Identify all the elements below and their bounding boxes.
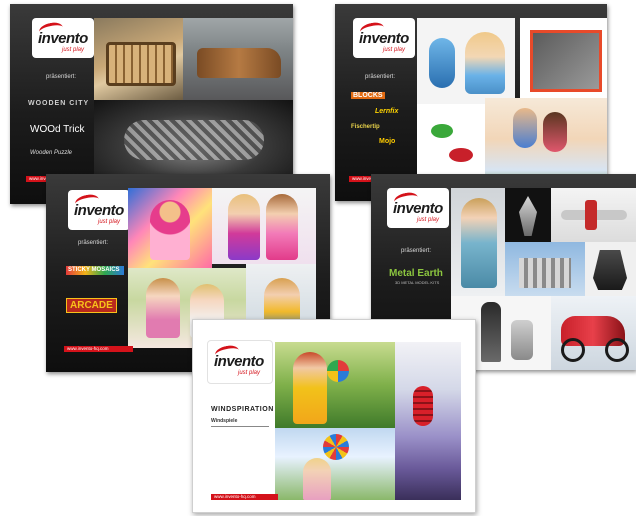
brand-arcade: ARCADE bbox=[66, 298, 117, 313]
figure-shape bbox=[481, 302, 501, 362]
photo-insects bbox=[417, 104, 485, 184]
logo-tagline: just play bbox=[62, 47, 85, 53]
invento-logo: invento just play bbox=[68, 190, 130, 230]
kid-figure bbox=[543, 112, 567, 152]
photo-woman-windspiel bbox=[275, 428, 395, 500]
wooden-truck-shape bbox=[197, 48, 281, 78]
website-url-bar: www.invento-hq.com bbox=[64, 346, 133, 352]
princess-shape bbox=[150, 200, 190, 260]
photo-dressup-girls bbox=[212, 188, 316, 264]
invento-logo: invento just play bbox=[207, 340, 273, 384]
ship-shape bbox=[593, 250, 627, 290]
photo-lantern-sunset bbox=[395, 342, 461, 500]
photo-toy-vehicle bbox=[520, 18, 607, 98]
logo-wordmark: invento bbox=[393, 200, 443, 217]
brand-blocks: BLOCKS bbox=[351, 92, 385, 99]
photo-woman-pinwheel bbox=[275, 342, 395, 428]
brand-windspiration: WINDSPIRATION bbox=[211, 406, 274, 413]
insect-shape bbox=[431, 124, 453, 138]
woman-figure bbox=[303, 458, 331, 500]
presents-label: präsentiert: bbox=[46, 74, 77, 80]
photo-metal-motorbike bbox=[551, 296, 636, 370]
wooden-bus-shape bbox=[106, 42, 176, 86]
statue-shape bbox=[519, 196, 537, 236]
airplane-wing-shape bbox=[585, 200, 597, 230]
brand-mojo: Mojo bbox=[379, 138, 396, 145]
invento-logo: invento just play bbox=[387, 188, 449, 228]
robot-shape bbox=[429, 38, 455, 88]
logo-wordmark: invento bbox=[38, 30, 88, 47]
brand-windspiration-sub: Windspiele bbox=[211, 418, 238, 424]
photo-wooden-truck bbox=[183, 18, 293, 100]
gear-cluster-shape bbox=[124, 120, 264, 160]
website-url-bar: www.invento-hq.com bbox=[211, 494, 278, 500]
brand-wooden-puzzle: Wooden Puzzle bbox=[30, 150, 73, 156]
kid-figure bbox=[513, 108, 537, 148]
logo-tagline: just play bbox=[417, 217, 440, 223]
brand-metal-earth: Metal Earth bbox=[389, 268, 443, 279]
presents-label: präsentiert: bbox=[78, 240, 109, 246]
brand-sticky-mosaics: STICKY MOSAICS bbox=[66, 266, 124, 275]
photo-metal-airplane bbox=[551, 188, 636, 242]
card-windspiration[interactable]: invento just play WINDSPIRATION Windspie… bbox=[192, 319, 476, 513]
wheel-shape bbox=[561, 338, 585, 362]
gate-shape bbox=[519, 258, 571, 288]
girl-figure bbox=[465, 32, 505, 94]
photo-robot bbox=[417, 18, 515, 104]
figure-shape bbox=[511, 320, 533, 360]
presents-label: präsentiert: bbox=[401, 248, 432, 254]
photo-woman-metal-model bbox=[451, 188, 505, 296]
brand-fischertip: Fischertip bbox=[351, 124, 380, 130]
brand-metal-earth-sub: 3D METAL MODEL KITS bbox=[395, 280, 440, 285]
invento-logo: invento just play bbox=[32, 18, 94, 58]
girl-figure bbox=[266, 194, 298, 260]
invento-logo: invento just play bbox=[353, 18, 415, 58]
photo-metal-ship bbox=[585, 242, 636, 296]
logo-tagline: just play bbox=[238, 370, 261, 376]
card-toys[interactable]: invento just play präsentiert: BLOCKS Le… bbox=[335, 4, 607, 201]
logo-tagline: just play bbox=[98, 219, 121, 225]
logo-wordmark: invento bbox=[214, 353, 264, 370]
brand-wooden-city: WOODEN CITY bbox=[28, 100, 90, 107]
photo-brandenburg-gate bbox=[505, 242, 585, 296]
presents-label: präsentiert: bbox=[365, 74, 396, 80]
logo-wordmark: invento bbox=[359, 30, 409, 47]
wheel-shape bbox=[605, 338, 629, 362]
photo-wooden-mechanisms bbox=[94, 100, 293, 176]
girl-figure bbox=[228, 194, 260, 260]
lantern-shape bbox=[413, 386, 433, 426]
photo-metal-statue bbox=[505, 188, 551, 242]
brand-underline bbox=[211, 426, 269, 427]
brand-lernfix: Lernfix bbox=[375, 108, 399, 115]
toy-vehicle-shape bbox=[530, 30, 602, 92]
logo-tagline: just play bbox=[383, 47, 406, 53]
pinwheel-shape bbox=[327, 360, 349, 382]
woman-figure bbox=[461, 198, 497, 288]
logo-wordmark: invento bbox=[74, 202, 124, 219]
girl-figure bbox=[146, 278, 180, 338]
woman-figure bbox=[293, 352, 327, 424]
insect-shape bbox=[449, 148, 473, 162]
photo-wooden-bus bbox=[94, 18, 183, 100]
photo-mosaic-princess bbox=[128, 188, 212, 268]
brand-wood-trick: WOOd Trick bbox=[30, 124, 85, 135]
windspiel-shape bbox=[323, 434, 349, 460]
